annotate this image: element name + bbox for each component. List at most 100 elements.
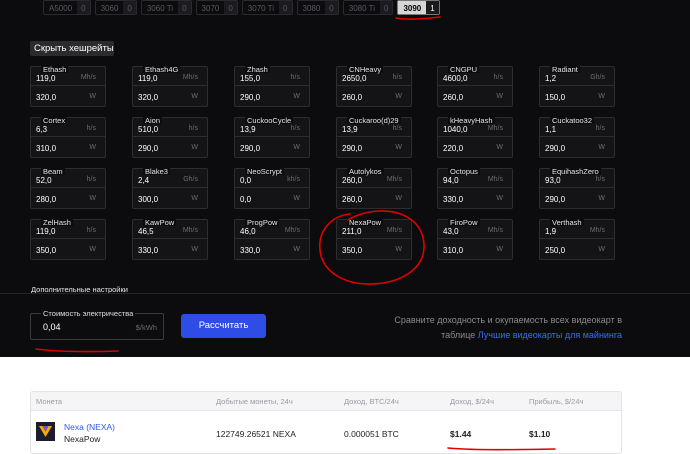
- hashrate-value[interactable]: 46,5: [138, 227, 154, 236]
- hashrate-field[interactable]: 52,0 h/s: [31, 174, 105, 188]
- hashrate-field[interactable]: 46,5 Mh/s: [133, 225, 207, 239]
- power-field[interactable]: 150,0 W: [540, 91, 614, 105]
- power-value[interactable]: 290,0: [342, 144, 362, 153]
- power-value[interactable]: 290,0: [240, 93, 260, 102]
- gpu-count[interactable]: 0: [224, 1, 237, 14]
- hashrate-value[interactable]: 155,0: [240, 74, 260, 83]
- power-value[interactable]: 330,0: [138, 246, 158, 255]
- hashrate-value[interactable]: 52,0: [36, 176, 52, 185]
- gpu-chip[interactable]: 3080 0: [296, 0, 339, 15]
- hashrate-field[interactable]: 6,3 h/s: [31, 123, 105, 137]
- hashrate-field[interactable]: 260,0 Mh/s: [337, 174, 411, 188]
- power-field[interactable]: 330,0 W: [133, 244, 207, 258]
- hashrate-value[interactable]: 13,9: [342, 125, 358, 134]
- power-value[interactable]: 350,0: [36, 246, 56, 255]
- hashrate-value[interactable]: 1,1: [545, 125, 556, 134]
- gpu-chip[interactable]: 3070 0: [195, 0, 238, 15]
- power-value[interactable]: 320,0: [36, 93, 56, 102]
- gpu-count[interactable]: 0: [123, 1, 136, 14]
- gpu-chip[interactable]: 3080 Ti 0: [342, 0, 394, 15]
- gpu-count[interactable]: 0: [279, 1, 292, 14]
- hashrate-field[interactable]: 93,0 h/s: [540, 174, 614, 188]
- power-value[interactable]: 330,0: [443, 195, 463, 204]
- power-field[interactable]: 310,0 W: [438, 244, 512, 258]
- hashrate-field[interactable]: 2650,0 h/s: [337, 72, 411, 86]
- power-value[interactable]: 150,0: [545, 93, 565, 102]
- hashrate-value[interactable]: 0,0: [240, 176, 251, 185]
- hashrate-value[interactable]: 43,0: [443, 227, 459, 236]
- hashrate-field[interactable]: 46,0 Mh/s: [235, 225, 309, 239]
- gpu-count[interactable]: 0: [325, 1, 338, 14]
- power-field[interactable]: 260,0 W: [337, 91, 411, 105]
- power-value[interactable]: 260,0: [443, 93, 463, 102]
- power-value[interactable]: 280,0: [36, 195, 56, 204]
- hashrate-field[interactable]: 1,1 h/s: [540, 123, 614, 137]
- hashrate-field[interactable]: 43,0 Mh/s: [438, 225, 512, 239]
- hashrate-field[interactable]: 0,0 kh/s: [235, 174, 309, 188]
- hashrate-field[interactable]: 13,9 h/s: [235, 123, 309, 137]
- hashrate-value[interactable]: 119,0: [36, 227, 55, 236]
- hashrate-value[interactable]: 93,0: [545, 176, 561, 185]
- hashrate-value[interactable]: 1040,0: [443, 125, 467, 134]
- power-value[interactable]: 290,0: [545, 144, 565, 153]
- power-value[interactable]: 310,0: [36, 144, 56, 153]
- hashrate-field[interactable]: 1,2 Gh/s: [540, 72, 614, 86]
- hashrate-value[interactable]: 119,0: [138, 74, 157, 83]
- gpu-chip[interactable]: 3090 1: [397, 0, 440, 15]
- power-field[interactable]: 290,0 W: [235, 142, 309, 156]
- electricity-cost-value[interactable]: 0,04: [43, 322, 61, 332]
- power-field[interactable]: 250,0 W: [540, 244, 614, 258]
- gpu-chip[interactable]: 3060 0: [94, 0, 137, 15]
- power-field[interactable]: 310,0 W: [31, 142, 105, 156]
- power-field[interactable]: 290,0 W: [540, 142, 614, 156]
- power-field[interactable]: 320,0 W: [31, 91, 105, 105]
- hashrate-value[interactable]: 510,0: [138, 125, 158, 134]
- power-value[interactable]: 320,0: [138, 93, 158, 102]
- hashrate-field[interactable]: 13,9 h/s: [337, 123, 411, 137]
- power-field[interactable]: 290,0 W: [133, 142, 207, 156]
- hashrate-value[interactable]: 260,0: [342, 176, 362, 185]
- power-field[interactable]: 260,0 W: [337, 193, 411, 207]
- electricity-cost-field[interactable]: Стоимость электричества 0,04 $/kWh: [30, 309, 164, 340]
- power-value[interactable]: 310,0: [443, 246, 463, 255]
- power-value[interactable]: 0,0: [240, 195, 251, 204]
- power-field[interactable]: 300,0 W: [133, 193, 207, 207]
- power-field[interactable]: 0,0 W: [235, 193, 309, 207]
- power-value[interactable]: 260,0: [342, 195, 362, 204]
- hashrate-value[interactable]: 119,0: [36, 74, 55, 83]
- power-field[interactable]: 220,0 W: [438, 142, 512, 156]
- gpu-chip[interactable]: 3070 Ti 0: [241, 0, 293, 15]
- power-field[interactable]: 280,0 W: [31, 193, 105, 207]
- gpu-chip[interactable]: 3060 Ti 0: [140, 0, 192, 15]
- hashrate-field[interactable]: 510,0 h/s: [133, 123, 207, 137]
- hashrate-value[interactable]: 2,4: [138, 176, 149, 185]
- hashrate-field[interactable]: 211,0 Mh/s: [337, 225, 411, 239]
- hashrate-field[interactable]: 4600,0 h/s: [438, 72, 512, 86]
- hashrate-field[interactable]: 94,0 Mh/s: [438, 174, 512, 188]
- power-field[interactable]: 290,0 W: [337, 142, 411, 156]
- hashrate-field[interactable]: 119,0 h/s: [31, 225, 105, 239]
- best-gpus-link[interactable]: Лучшие видеокарты для майнинга: [478, 330, 622, 340]
- gpu-count[interactable]: 0: [178, 1, 191, 14]
- power-value[interactable]: 290,0: [240, 144, 260, 153]
- coin-name-link[interactable]: Nexa (NEXA): [64, 422, 115, 432]
- hashrate-field[interactable]: 119,0 Mh/s: [133, 72, 207, 86]
- hashrate-value[interactable]: 1,2: [545, 74, 556, 83]
- power-value[interactable]: 250,0: [545, 246, 565, 255]
- hashrate-value[interactable]: 46,0: [240, 227, 256, 236]
- power-field[interactable]: 320,0 W: [133, 91, 207, 105]
- hashrate-value[interactable]: 13,9: [240, 125, 256, 134]
- hashrate-field[interactable]: 2,4 Gh/s: [133, 174, 207, 188]
- power-value[interactable]: 260,0: [342, 93, 362, 102]
- gpu-count[interactable]: 1: [426, 1, 439, 14]
- gpu-chip[interactable]: A5000 0: [43, 0, 91, 15]
- gpu-count[interactable]: 0: [380, 1, 393, 14]
- power-value[interactable]: 330,0: [240, 246, 260, 255]
- hide-hashrates-button[interactable]: Скрыть хешрейты: [30, 41, 114, 56]
- power-field[interactable]: 260,0 W: [438, 91, 512, 105]
- power-field[interactable]: 290,0 W: [540, 193, 614, 207]
- power-value[interactable]: 220,0: [443, 144, 463, 153]
- power-field[interactable]: 350,0 W: [337, 244, 411, 258]
- power-value[interactable]: 290,0: [545, 195, 565, 204]
- hashrate-field[interactable]: 119,0 Mh/s: [31, 72, 105, 86]
